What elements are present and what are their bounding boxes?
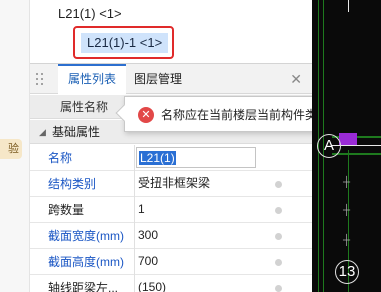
row-divider — [134, 171, 135, 197]
name-input[interactable]: L21(1) — [136, 147, 256, 168]
row-divider — [134, 249, 135, 275]
attribute-dot-icon[interactable] — [275, 259, 282, 266]
property-name: 轴线距梁左... — [48, 281, 119, 292]
error-icon: ✕ — [138, 107, 154, 123]
property-row-axis-offset: 轴线距梁左... (150) — [30, 275, 312, 292]
left-strip: 验 — [0, 0, 30, 292]
attribute-dot-icon[interactable] — [275, 207, 282, 214]
point-marker-icon: ┼ — [343, 235, 351, 246]
grid-line — [332, 153, 381, 155]
group-label: 基础属性 — [52, 125, 101, 139]
property-name: 结构类别 — [48, 177, 97, 191]
grid-line-white — [348, 0, 349, 12]
property-row-section-width: 截面宽度(mm) 300 — [30, 223, 312, 249]
property-name: 截面宽度(mm) — [48, 229, 124, 243]
attribute-dot-icon[interactable] — [275, 181, 282, 188]
tree-item-l21-1[interactable]: L21(1) <1> — [58, 6, 122, 21]
property-name: 跨数量 — [48, 203, 85, 217]
axis-label-13[interactable]: 13 — [335, 260, 359, 284]
tab-property-list[interactable]: 属性列表 — [58, 64, 127, 94]
property-row-structure-category: 结构类别 受扭非框架梁 — [30, 171, 312, 197]
property-name: 截面高度(mm) — [48, 255, 124, 269]
row-divider — [134, 223, 135, 249]
collapse-caret-icon[interactable]: ◢ — [39, 120, 46, 144]
property-value[interactable]: (150) — [136, 277, 256, 292]
tree-item-l21-1-1-selected[interactable]: L21(1)-1 <1> — [73, 26, 174, 59]
attribute-dot-icon[interactable] — [275, 285, 282, 292]
column-marker — [339, 133, 357, 145]
column-header-name: 属性名称 — [60, 100, 109, 114]
attribute-dot-icon[interactable] — [275, 233, 282, 240]
property-value[interactable]: 1 — [136, 199, 256, 220]
point-marker-icon: ┼ — [343, 205, 351, 216]
row-divider — [134, 275, 135, 292]
property-row-section-height: 截面高度(mm) 700 — [30, 249, 312, 275]
peek-badge[interactable]: 验 — [0, 139, 22, 159]
property-row-name: 名称 L21(1) — [30, 145, 312, 171]
tab-layer-management[interactable]: 图层管理 — [124, 64, 192, 94]
component-tree: L21(1) <1> L21(1)-1 <1> — [30, 0, 312, 63]
property-value[interactable]: 700 — [136, 251, 256, 272]
drawing-canvas[interactable]: A 13 ┼ ┼ ┼ — [312, 0, 381, 292]
selected-text: L21(1) — [139, 151, 176, 165]
point-marker-icon: ┼ — [343, 177, 351, 188]
tree-item-label: L21(1)-1 <1> — [81, 33, 169, 53]
row-divider — [134, 197, 135, 223]
drag-handle-icon[interactable] — [36, 73, 44, 85]
axis-label-a[interactable]: A — [317, 134, 341, 158]
property-value[interactable]: 300 — [136, 225, 256, 246]
property-name: 名称 — [48, 151, 73, 165]
row-divider — [134, 145, 135, 171]
panel-tabbar: 属性列表 图层管理 ✕ — [30, 64, 312, 94]
property-value[interactable]: 受扭非框架梁 — [136, 173, 256, 194]
property-row-span-count: 跨数量 1 — [30, 197, 312, 223]
close-icon[interactable]: ✕ — [290, 64, 302, 94]
